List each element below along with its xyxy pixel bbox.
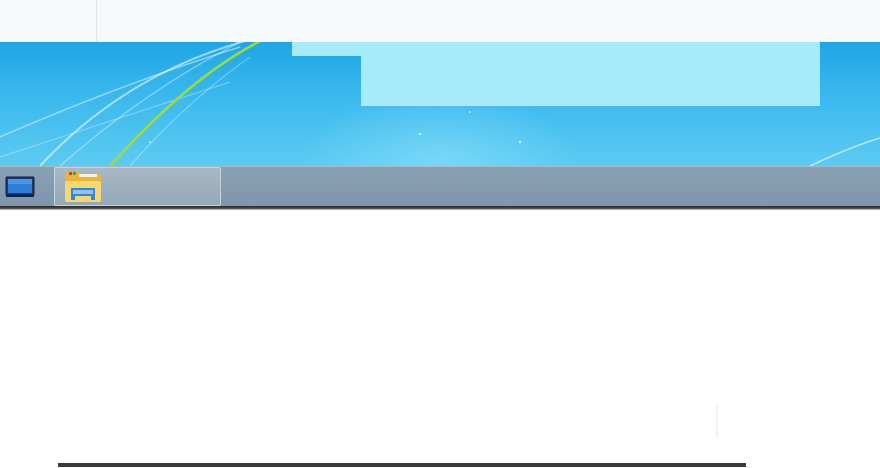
wallpaper-highlight-block [361, 42, 820, 106]
wallpaper-highlight-block [292, 42, 361, 56]
window-top-area [0, 0, 880, 42]
taskbar-bottom-edge [0, 206, 880, 210]
windows-explorer-folder-icon [65, 172, 101, 202]
taskbar-button-windows-explorer[interactable] [54, 167, 221, 206]
background-artifact [716, 404, 718, 438]
monitor-icon [5, 176, 35, 197]
window-divider [96, 0, 97, 42]
desktop-wallpaper [0, 42, 880, 166]
show-desktop-button[interactable] [0, 168, 40, 206]
bottom-edge-line [58, 463, 746, 467]
screenshot-root [0, 0, 880, 468]
